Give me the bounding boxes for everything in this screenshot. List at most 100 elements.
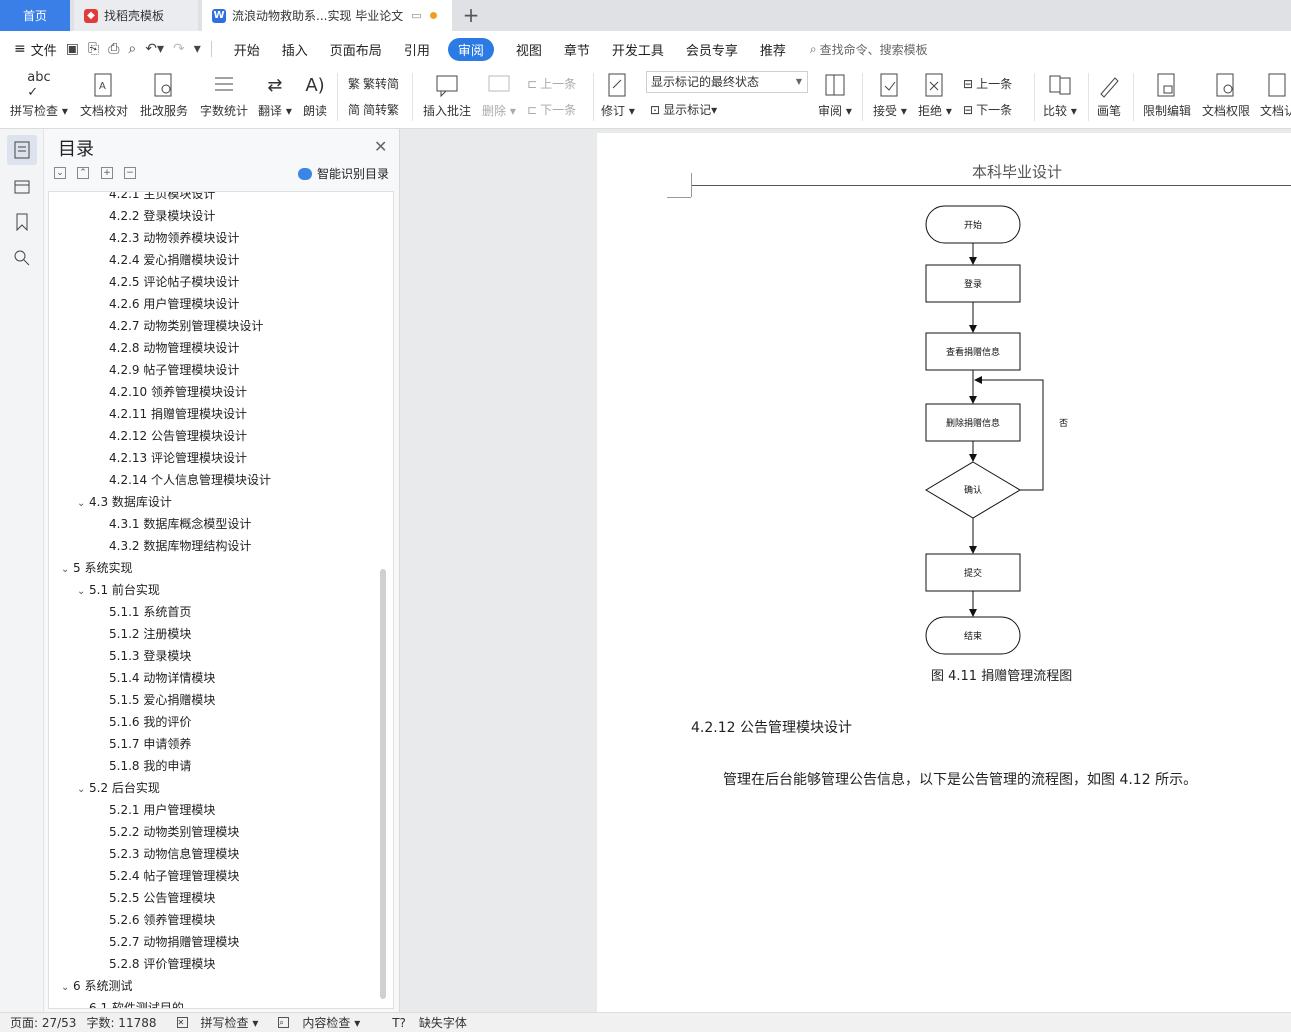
menu-view[interactable]: 视图: [516, 40, 542, 59]
menu-recommend[interactable]: 推荐: [760, 40, 786, 59]
restrict-edit-button[interactable]: 限制编辑: [1143, 69, 1191, 121]
tab-template[interactable]: ◆ 找稻壳模板: [74, 0, 198, 31]
close-icon[interactable]: ✕: [374, 137, 387, 156]
command-search[interactable]: ⌕ 查找命令、搜索模板: [810, 41, 928, 58]
toc-item[interactable]: 4.2.11 捐赠管理模块设计: [109, 403, 247, 425]
delete-comment-button[interactable]: 删除 ▾: [482, 69, 516, 121]
toc-item[interactable]: 5.1.8 我的申请: [109, 755, 191, 777]
toc-item[interactable]: ⌄6.1 软件测试目的: [77, 997, 184, 1008]
tab-home[interactable]: 首页: [0, 0, 70, 31]
toc-item[interactable]: 5.2.8 评价管理模块: [109, 953, 215, 975]
section-panel-icon[interactable]: [7, 171, 37, 201]
toc-item[interactable]: 5.1.4 动物详情模块: [109, 667, 215, 689]
menu-start[interactable]: 开始: [234, 40, 260, 59]
menu-member[interactable]: 会员专享: [686, 40, 738, 59]
smart-toc-button[interactable]: 智能识别目录: [298, 165, 389, 182]
review-pane-button[interactable]: 审阅 ▾: [818, 69, 852, 121]
doc-rights-button[interactable]: 文档权限: [1202, 69, 1250, 121]
toc-item[interactable]: 4.2.13 评论管理模块设计: [109, 447, 247, 469]
menu-developer[interactable]: 开发工具: [612, 40, 664, 59]
toc-scrollbar[interactable]: [380, 569, 386, 999]
toc-item[interactable]: 5.2.6 领养管理模块: [109, 909, 215, 931]
undo-icon[interactable]: ↶▾: [145, 41, 164, 57]
toc-item[interactable]: 5.1.7 申请领养: [109, 733, 191, 755]
file-menu[interactable]: ≡ 文件: [14, 40, 57, 59]
trad-to-simp-button[interactable]: 繁繁转简: [348, 75, 399, 92]
save-icon[interactable]: ▣: [66, 41, 79, 57]
redo-icon[interactable]: ↷: [173, 41, 185, 57]
add-heading-icon[interactable]: +: [101, 167, 113, 179]
toc-item[interactable]: 4.2.2 登录模块设计: [109, 205, 215, 227]
menu-insert[interactable]: 插入: [282, 40, 308, 59]
remove-heading-icon[interactable]: −: [124, 167, 136, 179]
tab-document[interactable]: W 流浪动物救助系...实现 毕业论文 ▭: [202, 0, 452, 31]
doc-cert-button[interactable]: 文档认: [1260, 69, 1291, 121]
toc-item[interactable]: ⌄ 5.1 前台实现: [77, 579, 160, 601]
markup-state-select[interactable]: 显示标记的最终状态 ▼: [646, 71, 808, 93]
toc-item[interactable]: 5.1.6 我的评价: [109, 711, 191, 733]
toc-item[interactable]: 5.2.1 用户管理模块: [109, 799, 215, 821]
proofread-button[interactable]: A 文档校对: [80, 69, 128, 121]
pen-button[interactable]: 画笔: [1097, 69, 1121, 121]
toc-item[interactable]: 4.2.8 动物管理模块设计: [109, 337, 239, 359]
new-tab-plus-icon[interactable]: +: [460, 4, 482, 26]
toc-item[interactable]: ⌄ 5 系统实现: [61, 557, 132, 579]
toc-item[interactable]: 5.2.5 公告管理模块: [109, 887, 215, 909]
toc-item[interactable]: 5.1.5 爱心捐赠模块: [109, 689, 215, 711]
toc-item[interactable]: 4.2.9 帖子管理模块设计: [109, 359, 239, 381]
toc-panel-icon[interactable]: [7, 135, 37, 165]
spell-check-status[interactable]: ✕ 拼写检查 ▾: [167, 1014, 258, 1031]
toc-item[interactable]: 5.2.7 动物捐赠管理模块: [109, 931, 239, 953]
missing-font-status[interactable]: T? 缺失字体: [382, 1014, 467, 1031]
chevron-down-icon[interactable]: ⌄: [77, 999, 89, 1008]
track-changes-button[interactable]: 修订 ▾: [601, 69, 635, 121]
prev-comment-button[interactable]: ⊏ 上一条: [527, 75, 576, 92]
chevron-down-icon[interactable]: ⌄: [61, 977, 73, 999]
toc-item[interactable]: 4.3.1 数据库概念模型设计: [109, 513, 251, 535]
toc-item[interactable]: 4.2.4 爱心捐赠模块设计: [109, 249, 239, 271]
toc-item[interactable]: ⌄ 6 系统测试: [61, 975, 132, 997]
menu-page-layout[interactable]: 页面布局: [330, 40, 382, 59]
toc-item[interactable]: 4.2.12 公告管理模块设计: [109, 425, 247, 447]
chevron-down-icon[interactable]: ⌄: [77, 493, 89, 515]
next-comment-button[interactable]: ⊏ 下一条: [527, 101, 576, 118]
menu-review[interactable]: 审阅: [447, 37, 494, 61]
search-icon[interactable]: [7, 243, 37, 273]
toc-item[interactable]: 4.2.6 用户管理模块设计: [109, 293, 239, 315]
toc-item[interactable]: 4.3.2 数据库物理结构设计: [109, 535, 251, 557]
export-icon[interactable]: ⎘: [88, 41, 99, 57]
spell-check-button[interactable]: abc ✓ 拼写检查 ▾: [10, 69, 68, 121]
toc-item[interactable]: ⌄ 4.3 数据库设计: [77, 491, 172, 513]
menu-section[interactable]: 章节: [564, 40, 590, 59]
batch-service-button[interactable]: 批改服务: [140, 69, 188, 121]
insert-comment-button[interactable]: 插入批注: [423, 69, 471, 121]
toc-item[interactable]: ⌄ 5.2 后台实现: [77, 777, 160, 799]
toc-item[interactable]: 4.2.3 动物领养模块设计: [109, 227, 239, 249]
toc-item[interactable]: 4.2.1 主页模块设计: [109, 192, 215, 205]
collapse-all-icon[interactable]: ⌄: [54, 167, 66, 179]
prev-change-button[interactable]: ⊟ 上一条: [963, 75, 1012, 92]
document-page[interactable]: 本科毕业设计 开始 登录 查看捐赠信息 删除捐赠信息 确认 否 提交 结束 图 …: [597, 133, 1291, 1012]
read-aloud-button[interactable]: A) 朗读: [303, 69, 327, 121]
accept-button[interactable]: 接受 ▾: [873, 69, 907, 121]
chevron-down-icon[interactable]: ⌄: [77, 779, 89, 801]
page-indicator[interactable]: 页面: 27/53: [10, 1014, 76, 1031]
chevron-down-icon[interactable]: ⌄: [77, 581, 89, 603]
toc-item[interactable]: 4.2.7 动物类别管理模块设计: [109, 315, 263, 337]
print-icon[interactable]: ⎙: [108, 41, 119, 57]
toc-item[interactable]: 4.2.10 领养管理模块设计: [109, 381, 247, 403]
menu-references[interactable]: 引用: [404, 40, 430, 59]
bookmark-icon[interactable]: [7, 207, 37, 237]
toc-item[interactable]: 5.1.1 系统首页: [109, 601, 191, 623]
toc-item[interactable]: 5.1.3 登录模块: [109, 645, 191, 667]
chevron-down-icon[interactable]: ⌄: [61, 559, 73, 581]
reject-button[interactable]: 拒绝 ▾: [918, 69, 952, 121]
translate-button[interactable]: ⇄ 翻译 ▾: [258, 69, 292, 121]
toc-item[interactable]: 5.2.3 动物信息管理模块: [109, 843, 239, 865]
toc-item[interactable]: 4.2.14 个人信息管理模块设计: [109, 469, 271, 491]
expand-up-icon[interactable]: ⌃: [77, 167, 89, 179]
compare-button[interactable]: 比较 ▾: [1043, 69, 1077, 121]
toc-item[interactable]: 5.2.4 帖子管理管理模块: [109, 865, 239, 887]
print-preview-icon[interactable]: ⌕: [128, 41, 136, 57]
quick-access-dropdown-icon[interactable]: ▾: [194, 41, 201, 57]
